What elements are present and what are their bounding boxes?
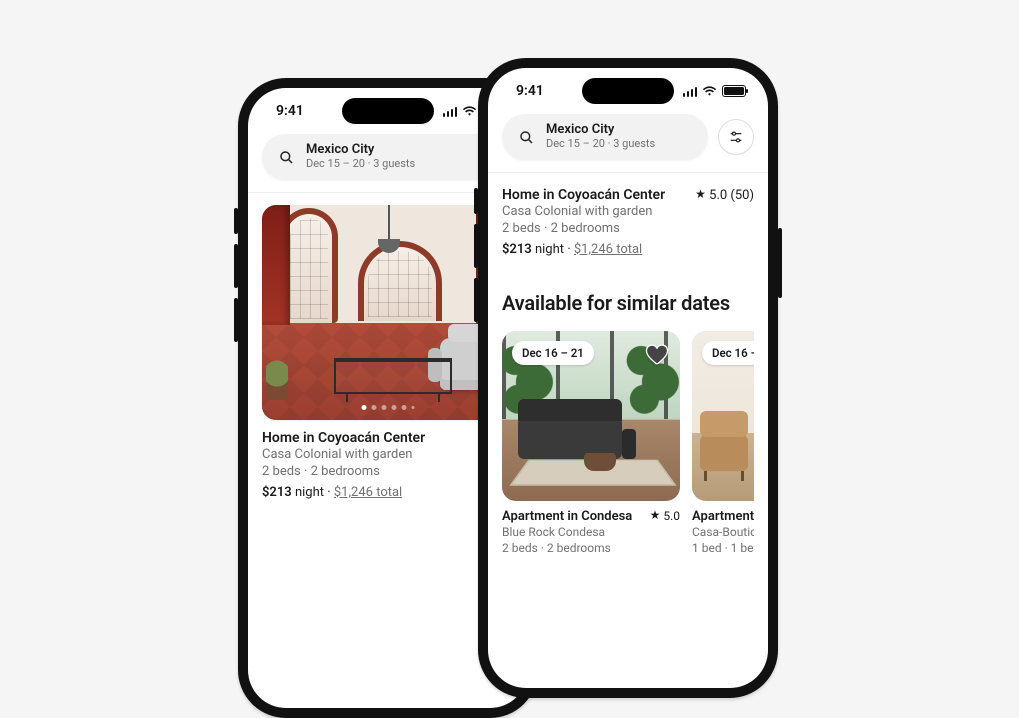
date-chip: Dec 16 – 21 (512, 341, 594, 365)
similar-listing-photo[interactable]: Dec 16 – 21 (502, 331, 680, 501)
filters-button[interactable] (718, 119, 754, 155)
listing-price-row: $213 night · $1,246 total (262, 485, 514, 500)
star-icon: ★ (650, 508, 661, 522)
similar-listing-card[interactable]: Dec 16 – 21 Apartment in Condesa Casa-Bo… (692, 331, 754, 556)
listing-price: $213 (502, 242, 532, 257)
dynamic-island (342, 98, 434, 124)
listing-subtitle: Casa Colonial with garden (502, 203, 754, 221)
wifi-icon (462, 106, 477, 117)
dynamic-island (582, 78, 674, 104)
similar-listing-subtitle: Casa-Boutique (692, 524, 754, 540)
search-bar[interactable]: Mexico City Dec 15 – 20 · 3 guests (502, 114, 708, 160)
section-title: Available for similar dates (502, 291, 754, 315)
search-bar[interactable]: Mexico City Dec 15 – 20 · 3 guests (262, 134, 514, 180)
wifi-icon (702, 86, 717, 97)
similar-listing-beds: 2 beds · 2 bedrooms (502, 540, 680, 556)
listing-total[interactable]: $1,246 total (334, 485, 402, 500)
listing-beds: 2 beds · 2 bedrooms (262, 463, 514, 481)
similar-listing-beds: 1 bed · 1 bedroom (692, 540, 754, 556)
search-icon (518, 129, 534, 145)
similar-listing-rating: ★ 5.0 (650, 509, 680, 523)
listing-card[interactable]: Home in Coyoacán Center ★ 5.0 (50) Casa … (502, 187, 754, 257)
similar-dates-carousel[interactable]: Dec 16 – 21 Apartment in Condesa ★ 5.0 B… (502, 331, 754, 556)
search-destination: Mexico City (306, 143, 415, 158)
star-icon: ★ (695, 187, 706, 201)
search-subline: Dec 15 – 20 · 3 guests (306, 158, 415, 171)
listing-beds: 2 beds · 2 bedrooms (502, 220, 754, 238)
search-subline: Dec 15 – 20 · 3 guests (546, 138, 655, 151)
search-destination: Mexico City (546, 123, 655, 138)
cellular-signal-icon (683, 86, 698, 97)
listing-price: $213 (262, 485, 292, 500)
similar-listing-title: Apartment in Condesa (502, 509, 632, 524)
listing-subtitle: Casa Colonial with garden (262, 446, 514, 464)
similar-listing-title: Apartment in Condesa (692, 509, 754, 524)
cellular-signal-icon (443, 106, 458, 117)
status-time: 9:41 (516, 83, 544, 99)
listing-price-row: $213 night · $1,246 total (502, 242, 754, 257)
listing-total[interactable]: $1,246 total (574, 242, 642, 257)
status-time: 9:41 (276, 103, 304, 119)
listing-title: Home in Coyoacán Center (262, 430, 425, 446)
phone-mockup-right: 9:41 Mexico City Dec 15 – 20 · (478, 58, 778, 698)
battery-icon (722, 85, 746, 97)
search-icon (278, 149, 294, 165)
photo-page-dots (362, 405, 415, 410)
similar-listing-photo[interactable]: Dec 16 – 21 (692, 331, 754, 501)
listing-rating: ★ 5.0 (50) (695, 188, 754, 203)
listing-price-unit: night (535, 242, 564, 257)
similar-listing-card[interactable]: Dec 16 – 21 Apartment in Condesa ★ 5.0 B… (502, 331, 680, 556)
similar-listing-subtitle: Blue Rock Condesa (502, 524, 680, 540)
listing-price-unit: night (295, 485, 324, 500)
wishlist-heart-icon[interactable] (644, 341, 670, 367)
date-chip: Dec 16 – 21 (702, 341, 754, 365)
listing-title: Home in Coyoacán Center (502, 187, 665, 203)
